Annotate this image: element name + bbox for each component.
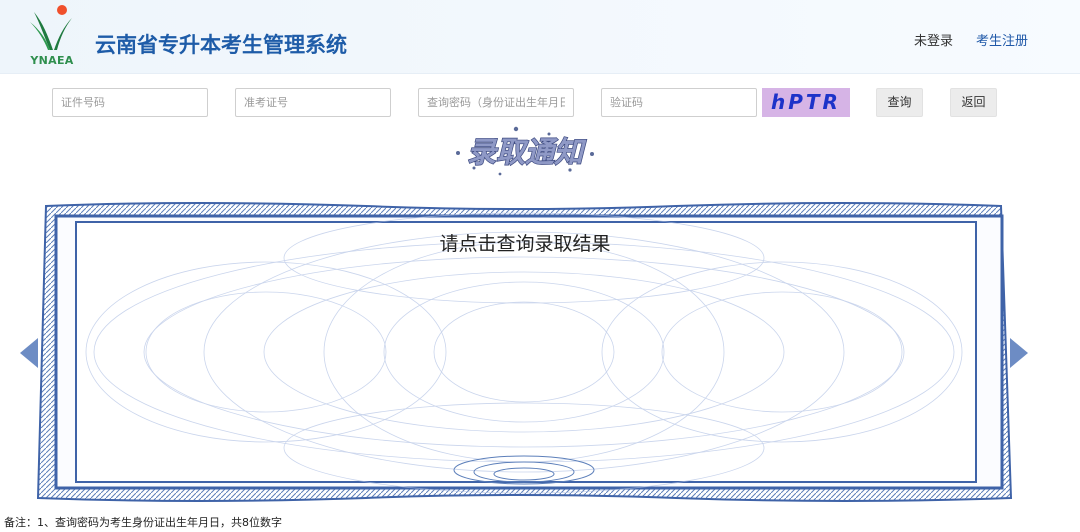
id-number-input[interactable] [52,88,208,117]
admission-banner: 录取通知 [450,122,600,180]
query-button[interactable]: 查询 [876,88,923,117]
search-bar: hPTR 查询 返回 [0,88,1080,118]
logo-text: YNAEA [30,54,74,67]
exam-number-input[interactable] [235,88,391,117]
logo-icon [30,5,72,50]
query-password-input[interactable] [418,88,574,117]
admission-banner-art: 录取通知 [456,126,594,176]
login-link[interactable]: 未登录 [914,30,953,49]
back-button[interactable]: 返回 [950,88,997,117]
footnote: 备注：1、查询密码为考生身份证出生年月日，共8位数字 [4,516,282,529]
logo: YNAEA [26,2,78,70]
register-link[interactable]: 考生注册 [976,30,1028,49]
banner-text: 录取通知 [467,135,587,169]
captcha-input[interactable] [601,88,757,117]
result-message: 请点击查询录取结果 [439,233,611,255]
site-title: 云南省专升本考生管理系统 [95,33,347,57]
captcha-image[interactable]: hPTR [762,88,850,117]
header: YNAEA 云南省专升本考生管理系统 未登录 考生注册 [0,0,1080,74]
